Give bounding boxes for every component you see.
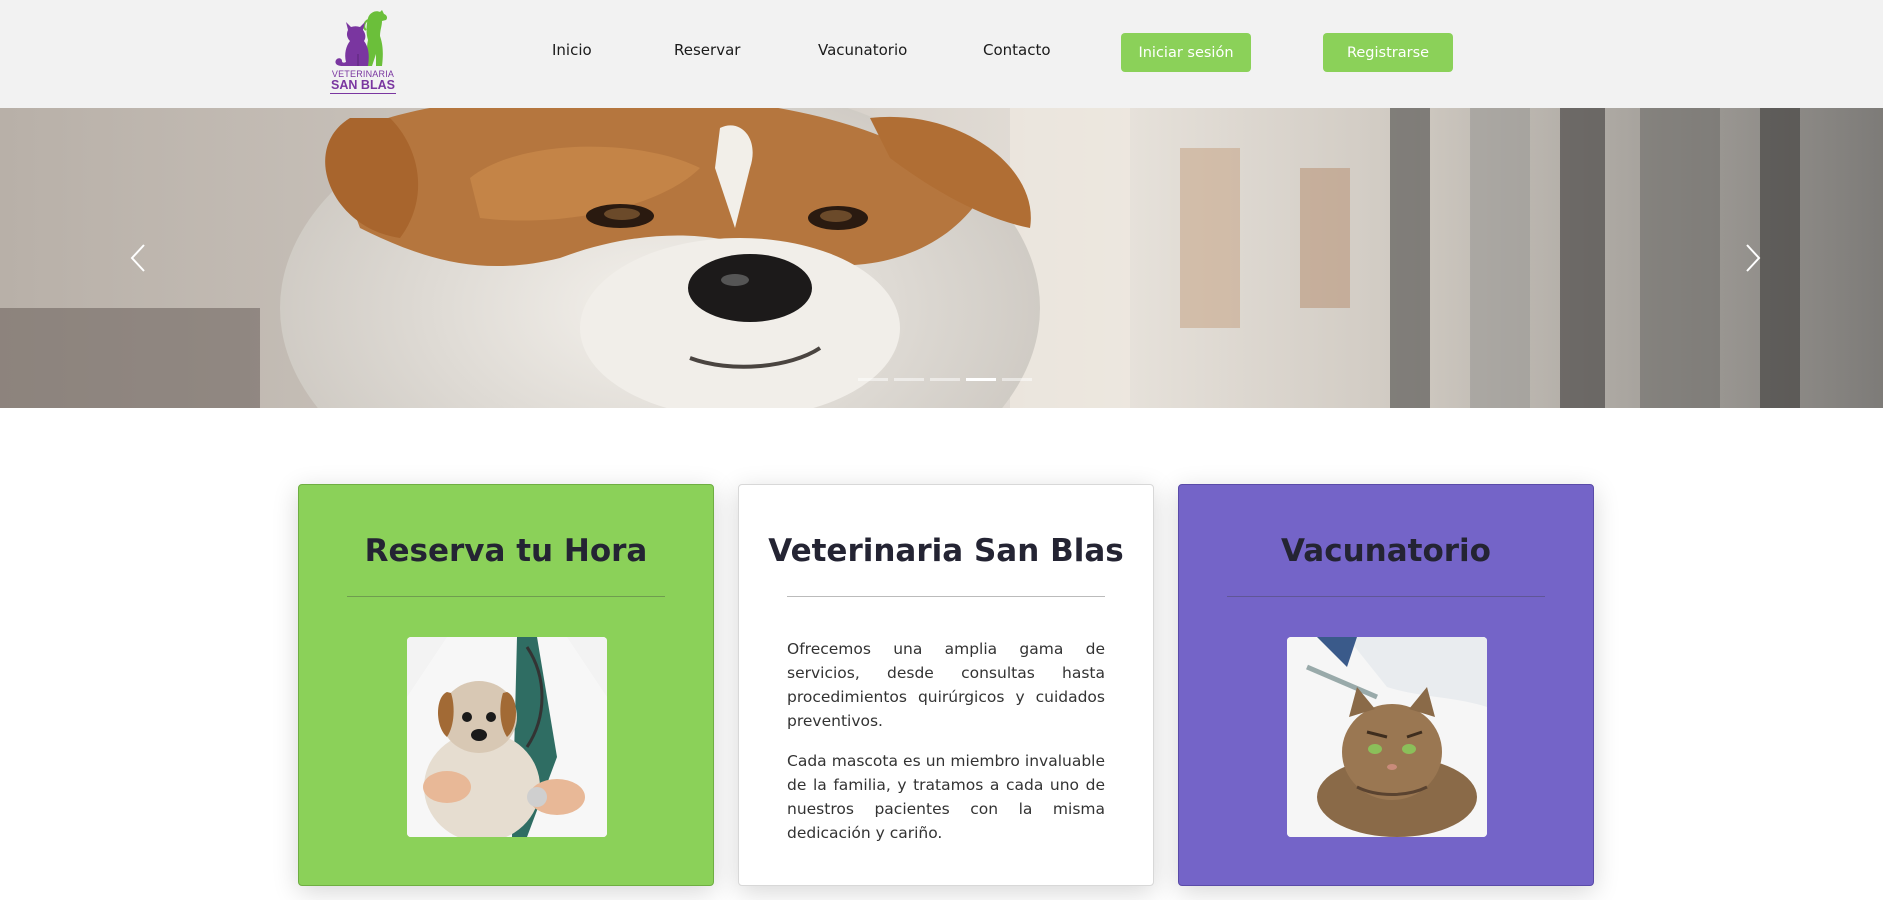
card-divider (787, 596, 1105, 597)
card-vacunatorio-title: Vacunatorio (1281, 533, 1491, 569)
brand-logo[interactable]: VETERINARIA SAN BLAS (330, 8, 396, 96)
card-about-title: Veterinaria San Blas (768, 533, 1124, 569)
chevron-left-icon (130, 244, 145, 272)
carousel-prev-button[interactable] (124, 241, 154, 275)
about-paragraph-2: Cada mascota es un miembro invaluable de… (787, 752, 1105, 842)
card-about: Veterinaria San Blas Ofrecemos una ampli… (738, 484, 1154, 886)
login-button[interactable]: Iniciar sesión (1121, 33, 1251, 72)
carousel-next-button[interactable] (1737, 241, 1767, 275)
register-button[interactable]: Registrarse (1323, 33, 1453, 72)
card-vacunatorio[interactable]: Vacunatorio (1178, 484, 1594, 886)
card-reserva-title: Reserva tu Hora (364, 533, 648, 569)
about-paragraph-1: Ofrecemos una amplia gama de servicios, … (787, 640, 1105, 730)
carousel-indicators (858, 378, 1032, 382)
carousel-indicator-5[interactable] (1002, 378, 1032, 381)
navbar: VETERINARIA SAN BLAS Inicio Reservar Vac… (0, 0, 1883, 108)
card-divider (1227, 596, 1545, 597)
nav-link-vacunatorio[interactable]: Vacunatorio (818, 41, 907, 59)
nav-link-reservar[interactable]: Reservar (674, 41, 740, 59)
nav-link-contacto[interactable]: Contacto (983, 41, 1051, 59)
about-text: Ofrecemos una amplia gama de servicios, … (787, 637, 1105, 861)
chevron-right-icon (1746, 244, 1761, 272)
carousel-indicator-4[interactable] (966, 378, 996, 381)
hero-carousel (0, 108, 1883, 408)
carousel-indicator-3[interactable] (930, 378, 960, 381)
card-reserva[interactable]: Reserva tu Hora (298, 484, 714, 886)
cat-vaccine-image (1287, 637, 1487, 837)
hero-dog-image (0, 108, 1883, 408)
nav-link-inicio[interactable]: Inicio (552, 41, 592, 59)
cat-and-dog-silhouette-icon (335, 10, 388, 66)
carousel-indicator-2[interactable] (894, 378, 924, 381)
carousel-indicator-1[interactable] (858, 378, 888, 381)
card-divider (347, 596, 665, 597)
vet-with-puppy-image (407, 637, 607, 837)
logo-line-2: SAN BLAS (330, 78, 396, 94)
